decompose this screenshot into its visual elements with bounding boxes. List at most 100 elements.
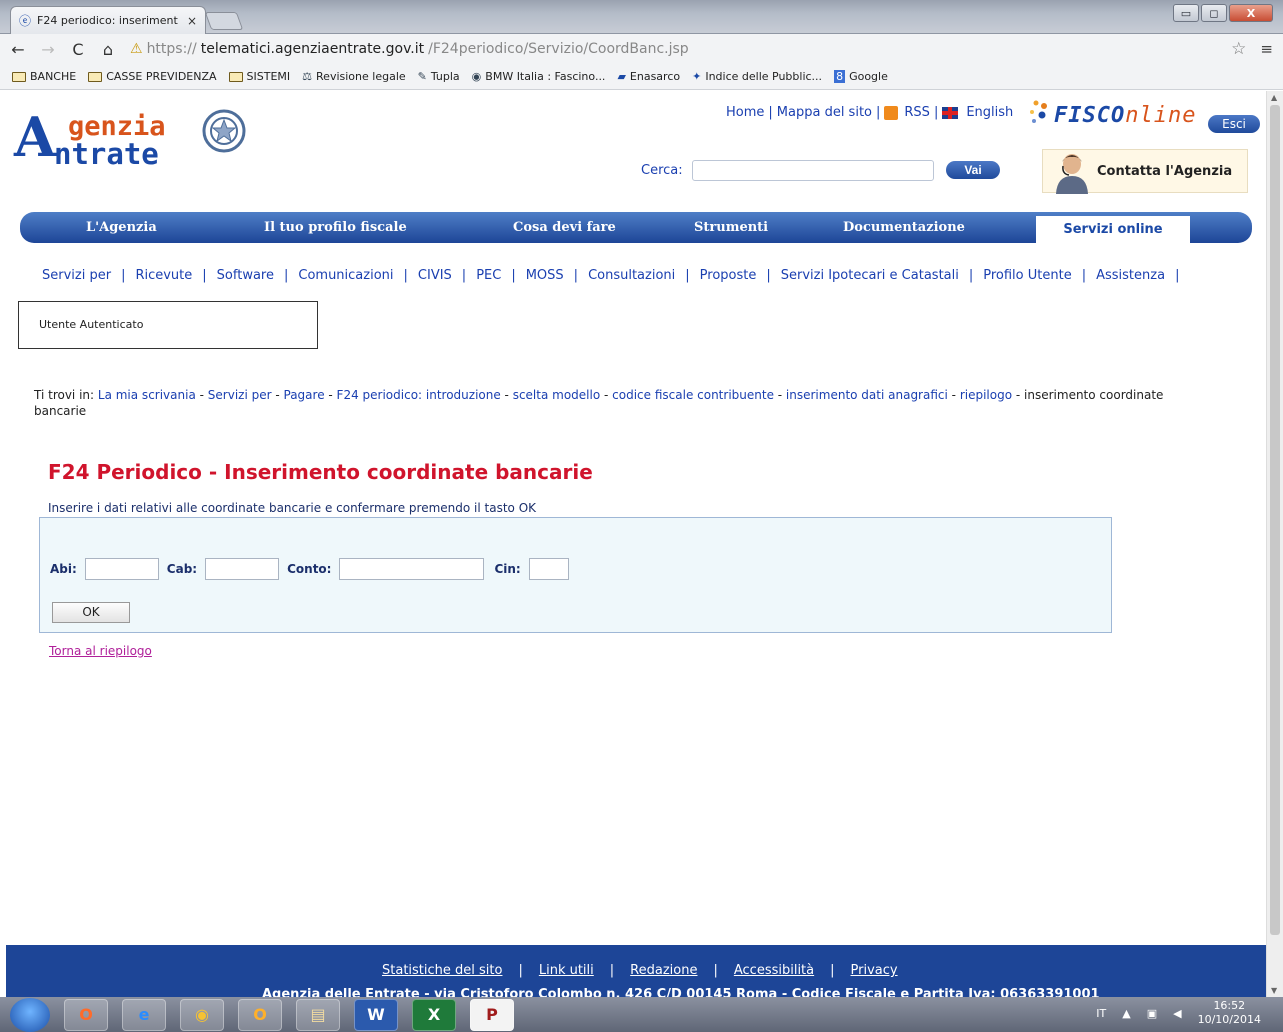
language-indicator[interactable]: IT: [1096, 1007, 1106, 1020]
abi-field[interactable]: [84, 558, 159, 580]
minimize-button[interactable]: ▭: [1173, 4, 1199, 22]
address-bar: ← → C ⌂ ⚠ https://telematici.agenziaentr…: [0, 34, 1283, 64]
start-button[interactable]: [10, 997, 50, 1032]
taskbar-explorer-icon[interactable]: ▤: [296, 998, 340, 1031]
bookmark-label: SISTEMI: [246, 70, 291, 83]
browser-tab[interactable]: ⓔ F24 periodico: inseriment ×: [10, 6, 206, 34]
footer-statistiche[interactable]: Statistiche del sito: [382, 963, 502, 978]
separator: |: [609, 963, 615, 978]
volume-icon[interactable]: ◀: [1173, 1007, 1181, 1020]
close-window-button[interactable]: X: [1229, 4, 1273, 22]
breadcrumb-pagare[interactable]: Pagare: [284, 388, 325, 402]
subnav-servizi-ipotecari[interactable]: Servizi Ipotecari e Catastali: [781, 268, 959, 283]
uk-flag-icon: [942, 106, 959, 119]
ok-button[interactable]: OK: [52, 602, 130, 623]
bank-details-form: Abi: Cab: Conto: Cin: OK: [39, 517, 1112, 633]
scrollbar-thumb[interactable]: [1270, 105, 1280, 935]
breadcrumb-f24-intro[interactable]: F24 periodico: introduzione: [337, 388, 501, 402]
clock-time: 16:52: [1213, 999, 1246, 1012]
back-to-summary-link[interactable]: Torna al riepilogo: [49, 644, 152, 658]
cin-field[interactable]: [528, 558, 569, 580]
bookmark-star-icon[interactable]: ☆: [1231, 39, 1246, 59]
breadcrumb-scelta-modello[interactable]: scelta modello: [513, 388, 600, 402]
nav-documentazione[interactable]: Documentazione: [843, 220, 965, 235]
footer-link-utili[interactable]: Link utili: [539, 963, 594, 978]
breadcrumb-riepilogo[interactable]: riepilogo: [960, 388, 1012, 402]
rss-link[interactable]: RSS: [904, 105, 930, 120]
main-navigation: L'Agenzia Il tuo profilo fiscale Cosa de…: [20, 212, 1252, 243]
breadcrumb-dati-anagrafici[interactable]: inserimento dati anagrafici: [786, 388, 948, 402]
form-instruction: Inserire i dati relativi alle coordinate…: [48, 501, 537, 515]
taskbar-ie-icon[interactable]: e: [122, 998, 166, 1031]
bookmark-revisione-legale[interactable]: ⚖ Revisione legale: [302, 70, 405, 83]
bookmark-tupla[interactable]: ✎ Tupla: [418, 70, 460, 83]
home-icon[interactable]: ⌂: [100, 40, 116, 59]
nav-agenzia[interactable]: L'Agenzia: [86, 220, 157, 235]
subnav-profilo-utente[interactable]: Profilo Utente: [983, 268, 1071, 283]
taskbar-outlook-icon[interactable]: O: [238, 998, 282, 1031]
url-field[interactable]: ⚠ https://telematici.agenziaentrate.gov.…: [130, 41, 1217, 57]
nav-strumenti[interactable]: Strumenti: [694, 220, 768, 235]
tab-close-icon[interactable]: ×: [187, 14, 197, 28]
footer-redazione[interactable]: Redazione: [630, 963, 697, 978]
search-button[interactable]: Vai: [946, 161, 1000, 179]
bookmark-bmw[interactable]: ◉ BMW Italia : Fascino...: [472, 70, 606, 83]
bookmark-banche[interactable]: BANCHE: [12, 70, 76, 83]
bookmark-enasarco[interactable]: ▰ Enasarco: [617, 70, 680, 83]
taskbar-excel-icon[interactable]: X: [412, 998, 456, 1031]
subnav-civis[interactable]: CIVIS: [418, 268, 452, 283]
reload-icon[interactable]: C: [70, 40, 86, 59]
taskbar-word-icon[interactable]: W: [354, 998, 398, 1031]
forward-arrow-icon[interactable]: →: [40, 40, 56, 59]
breadcrumb-codice-fiscale[interactable]: codice fiscale contribuente: [612, 388, 774, 402]
home-link[interactable]: Home: [726, 105, 764, 120]
new-tab-button[interactable]: [204, 12, 244, 30]
nav-cosa-devi-fare[interactable]: Cosa devi fare: [513, 220, 616, 235]
logout-button[interactable]: Esci: [1208, 115, 1260, 133]
conto-field[interactable]: [339, 558, 485, 580]
tray-arrow-icon[interactable]: ▲: [1122, 1007, 1130, 1020]
subnav-comunicazioni[interactable]: Comunicazioni: [298, 268, 393, 283]
sub-navigation: Servizi per | Ricevute | Software | Comunic…: [42, 268, 1179, 283]
subnav-moss[interactable]: MOSS: [526, 268, 564, 283]
nav-profilo-fiscale[interactable]: Il tuo profilo fiscale: [264, 220, 407, 235]
footer: Statistiche del sito | Link utili | Redazi…: [6, 945, 1266, 997]
nav-servizi-online[interactable]: Servizi online: [1036, 216, 1190, 243]
sitemap-link[interactable]: Mappa del sito: [777, 105, 872, 120]
tupla-icon: ✎: [417, 70, 427, 83]
search-input[interactable]: [692, 160, 934, 181]
subnav-proposte[interactable]: Proposte: [700, 268, 757, 283]
bookmark-casse-previdenza[interactable]: CASSE PREVIDENZA: [88, 70, 217, 83]
subnav-software[interactable]: Software: [217, 268, 274, 283]
footer-accessibilita[interactable]: Accessibilità: [734, 963, 814, 978]
maximize-button[interactable]: ◻: [1201, 4, 1227, 22]
subnav-ricevute[interactable]: Ricevute: [135, 268, 192, 283]
breadcrumb-servizi-per[interactable]: Servizi per: [208, 388, 272, 402]
scroll-up-icon[interactable]: ▲: [1271, 93, 1277, 102]
agenzia-entrate-logo[interactable]: A genzia ntrate: [14, 101, 254, 173]
back-arrow-icon[interactable]: ←: [10, 40, 26, 59]
contact-agency-button[interactable]: Contatta l'Agenzia: [1042, 149, 1248, 194]
footer-privacy[interactable]: Privacy: [851, 963, 898, 978]
bookmark-label: Indice delle Pubblic...: [705, 70, 823, 83]
bookmark-indice-pubblic[interactable]: ✦ Indice delle Pubblic...: [692, 70, 822, 83]
bookmark-sistemi[interactable]: SISTEMI: [228, 70, 291, 83]
cab-field[interactable]: [205, 558, 280, 580]
taskbar-pdf-icon[interactable]: P: [470, 998, 514, 1031]
separator: |: [573, 268, 579, 283]
scroll-down-icon[interactable]: ▼: [1271, 986, 1277, 995]
browser-menu-icon[interactable]: ≡: [1260, 40, 1273, 58]
subnav-pec[interactable]: PEC: [476, 268, 501, 283]
taskbar-media-icon[interactable]: O: [64, 998, 108, 1031]
separator: |: [403, 268, 408, 283]
breadcrumb-scrivania[interactable]: La mia scrivania: [98, 388, 196, 402]
subnav-consultazioni[interactable]: Consultazioni: [588, 268, 675, 283]
subnav-servizi-per[interactable]: Servizi per: [42, 268, 111, 283]
english-link[interactable]: English: [966, 105, 1013, 120]
network-icon[interactable]: ▣: [1147, 1007, 1157, 1020]
bookmark-google[interactable]: 8 Google: [834, 70, 888, 83]
clock[interactable]: 16:52 10/10/2014: [1198, 999, 1261, 1027]
page-scrollbar[interactable]: ▲ ▼: [1266, 91, 1283, 997]
subnav-assistenza[interactable]: Assistenza: [1096, 268, 1165, 283]
taskbar-chrome-icon[interactable]: ◉: [180, 998, 224, 1031]
